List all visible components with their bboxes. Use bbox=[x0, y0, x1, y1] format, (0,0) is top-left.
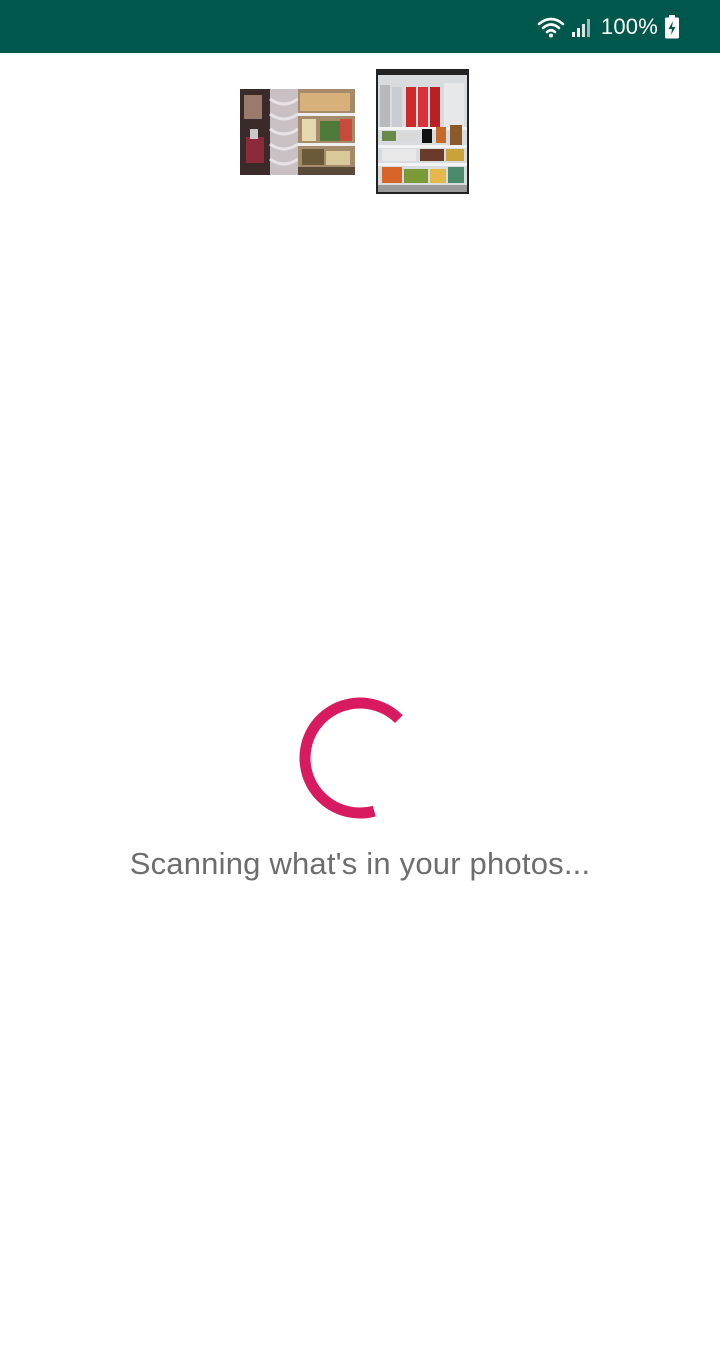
fridge-photo-2[interactable] bbox=[376, 69, 469, 194]
fridge-photo-1[interactable] bbox=[240, 89, 355, 175]
status-bar: 100% bbox=[0, 0, 720, 53]
scanning-message: Scanning what's in your photos... bbox=[129, 846, 591, 881]
status-icons: 100% bbox=[537, 0, 680, 53]
battery-charging-icon bbox=[664, 14, 680, 39]
loading-spinner bbox=[299, 697, 421, 819]
battery-percent: 100% bbox=[600, 13, 658, 39]
signal-icon bbox=[571, 16, 593, 38]
wifi-icon bbox=[537, 16, 565, 38]
spinner-arc bbox=[299, 697, 403, 819]
photo-thumbnails bbox=[0, 69, 720, 194]
